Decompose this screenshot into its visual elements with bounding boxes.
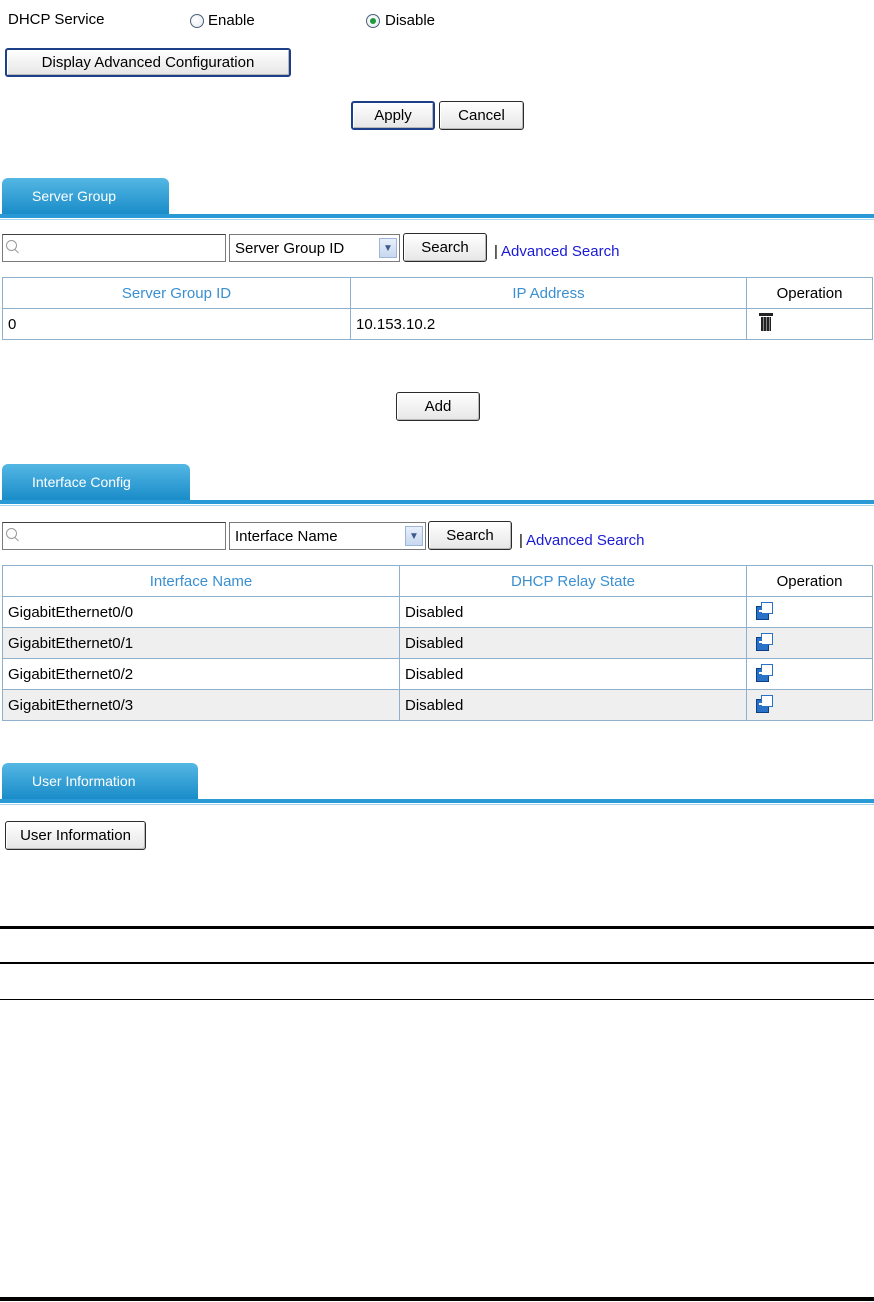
relay-state-cell: Disabled	[399, 689, 747, 721]
interface-search-field-select[interactable]: Interface Name ▼	[229, 522, 426, 550]
operation-cell	[746, 596, 873, 628]
relay-state-cell: Disabled	[399, 658, 747, 690]
ip-address-cell: 10.153.10.2	[350, 308, 747, 340]
interface-name-cell: GigabitEthernet0/1	[2, 627, 400, 659]
tab-server-group[interactable]: Server Group	[2, 178, 169, 214]
display-advanced-configuration-button[interactable]: Display Advanced Configuration	[5, 48, 291, 77]
search-icon	[6, 240, 17, 251]
apply-button[interactable]: Apply	[351, 101, 435, 130]
interface-search-field-value: Interface Name	[235, 527, 338, 545]
column-header-interface-name: Interface Name	[2, 565, 400, 597]
separator: |	[494, 243, 498, 260]
document-rule	[0, 1297, 874, 1301]
server-group-tab-divider-light	[0, 219, 874, 220]
search-icon	[6, 528, 17, 539]
table-row: GigabitEthernet0/3 Disabled	[2, 689, 873, 721]
add-button[interactable]: Add	[396, 392, 480, 421]
table-header-row: Server Group ID IP Address Operation	[2, 277, 873, 309]
chevron-down-icon[interactable]: ▼	[379, 238, 397, 258]
tab-user-information[interactable]: User Information	[2, 763, 198, 799]
interface-search-input[interactable]	[2, 522, 226, 550]
separator: |	[519, 532, 523, 549]
column-header-ip-address: IP Address	[350, 277, 747, 309]
column-header-operation: Operation	[746, 565, 873, 597]
table-row: 0 10.153.10.2	[2, 308, 873, 340]
dhcp-service-label: DHCP Service	[8, 11, 105, 28]
server-group-search-button[interactable]: Search	[403, 233, 487, 262]
cancel-button[interactable]: Cancel	[439, 101, 524, 130]
disable-radio[interactable]	[366, 14, 380, 28]
document-rule	[0, 926, 874, 929]
configure-icon[interactable]	[755, 601, 773, 620]
user-information-button[interactable]: User Information	[5, 821, 146, 850]
enable-radio[interactable]	[190, 14, 204, 28]
operation-cell	[746, 689, 873, 721]
user-information-tab-divider	[0, 799, 874, 803]
interface-advanced-search-link[interactable]: Advanced Search	[526, 532, 644, 549]
server-group-search-field-value: Server Group ID	[235, 239, 345, 257]
interface-name-cell: GigabitEthernet0/0	[2, 596, 400, 628]
document-rule	[0, 962, 874, 964]
column-header-operation: Operation	[746, 277, 873, 309]
server-group-search-input[interactable]	[2, 234, 226, 262]
configure-icon[interactable]	[755, 694, 773, 713]
interface-config-tab-divider	[0, 500, 874, 504]
interface-search-button[interactable]: Search	[428, 521, 512, 550]
column-header-dhcp-relay-state: DHCP Relay State	[399, 565, 747, 597]
server-group-search-field-select[interactable]: Server Group ID ▼	[229, 234, 400, 262]
relay-state-cell: Disabled	[399, 596, 747, 628]
column-header-server-group-id: Server Group ID	[2, 277, 351, 309]
interface-config-table: Interface Name DHCP Relay State Operatio…	[2, 565, 873, 721]
server-group-id-cell: 0	[2, 308, 351, 340]
server-group-table: Server Group ID IP Address Operation 0 1…	[2, 277, 873, 340]
document-rule	[0, 999, 874, 1000]
chevron-down-icon[interactable]: ▼	[405, 526, 423, 546]
table-row: GigabitEthernet0/1 Disabled	[2, 627, 873, 659]
interface-name-cell: GigabitEthernet0/2	[2, 658, 400, 690]
operation-cell	[746, 627, 873, 659]
operation-cell	[746, 658, 873, 690]
configure-icon[interactable]	[755, 663, 773, 682]
delete-icon[interactable]	[759, 313, 773, 331]
server-group-tab-divider	[0, 214, 874, 218]
server-group-advanced-search-link[interactable]: Advanced Search	[501, 243, 619, 260]
enable-radio-label[interactable]: Enable	[208, 12, 255, 29]
user-information-tab-divider-light	[0, 804, 874, 805]
operation-cell	[746, 308, 873, 340]
table-header-row: Interface Name DHCP Relay State Operatio…	[2, 565, 873, 597]
interface-config-tab-divider-light	[0, 505, 874, 506]
disable-radio-label[interactable]: Disable	[385, 12, 435, 29]
table-row: GigabitEthernet0/2 Disabled	[2, 658, 873, 690]
configure-icon[interactable]	[755, 632, 773, 651]
table-row: GigabitEthernet0/0 Disabled	[2, 596, 873, 628]
tab-interface-config[interactable]: Interface Config	[2, 464, 190, 500]
relay-state-cell: Disabled	[399, 627, 747, 659]
interface-name-cell: GigabitEthernet0/3	[2, 689, 400, 721]
